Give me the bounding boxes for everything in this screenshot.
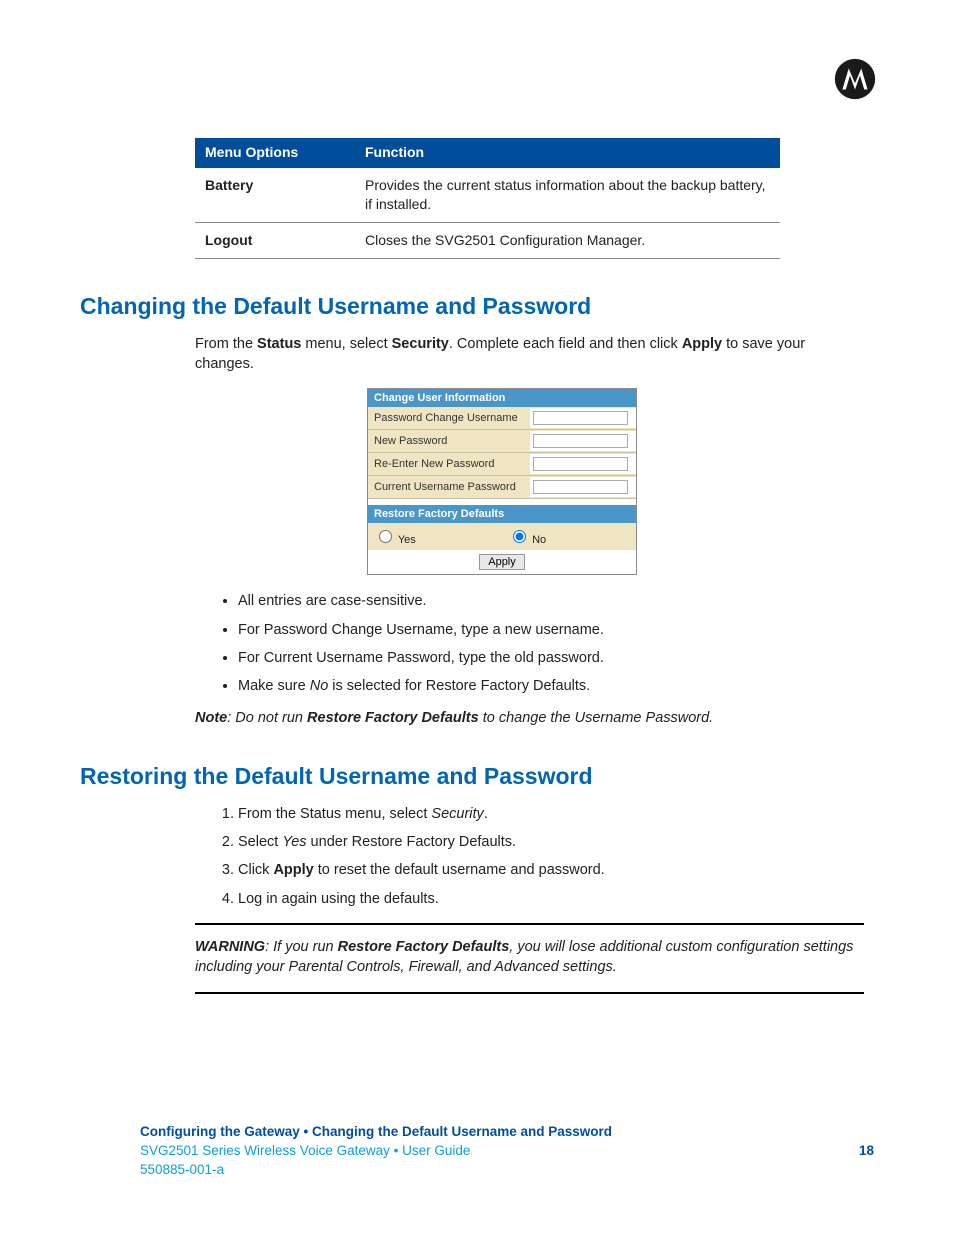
col-header-function: Function — [355, 138, 780, 167]
list-item: Log in again using the defaults. — [238, 889, 864, 909]
restore-yes-radio[interactable] — [379, 530, 392, 543]
form-header-change: Change User Information — [368, 389, 636, 407]
current-password-input[interactable] — [533, 480, 628, 494]
form-header-restore: Restore Factory Defaults — [368, 505, 636, 523]
label-username: Password Change Username — [368, 407, 530, 429]
restore-radio-row: Yes No — [368, 523, 636, 550]
apply-button[interactable]: Apply — [479, 554, 525, 570]
note-paragraph: Note: Do not run Restore Factory Default… — [195, 708, 864, 728]
breadcrumb: Configuring the Gateway • Changing the D… — [140, 1124, 874, 1139]
restore-no-radio[interactable] — [513, 530, 526, 543]
row-val: Provides the current status information … — [355, 167, 780, 222]
reenter-password-input[interactable] — [533, 457, 628, 471]
menu-options-table: Menu Options Function Battery Provides t… — [195, 138, 780, 259]
radio-label-no: No — [532, 534, 546, 546]
change-user-form: Change User Information Password Change … — [367, 388, 637, 575]
divider — [195, 992, 864, 994]
heading-restore-password: Restoring the Default Username and Passw… — [80, 763, 864, 790]
list-item: Select Yes under Restore Factory Default… — [238, 832, 864, 852]
form-row: Re-Enter New Password — [368, 453, 636, 476]
divider — [195, 923, 864, 925]
username-input[interactable] — [533, 411, 628, 425]
form-row: Password Change Username — [368, 407, 636, 430]
radio-label-yes: Yes — [398, 534, 416, 546]
list-item: All entries are case-sensitive. — [238, 591, 864, 611]
numbered-list: From the Status menu, select Security. S… — [220, 804, 864, 909]
content-area: Menu Options Function Battery Provides t… — [140, 60, 864, 994]
intro-paragraph: From the Status menu, select Security. C… — [195, 334, 864, 375]
label-current-password: Current Username Password — [368, 476, 530, 498]
list-item: Make sure No is selected for Restore Fac… — [238, 676, 864, 696]
form-row: New Password — [368, 430, 636, 453]
heading-change-password: Changing the Default Username and Passwo… — [80, 293, 864, 320]
page: Menu Options Function Battery Provides t… — [0, 0, 954, 1235]
label-new-password: New Password — [368, 430, 530, 452]
list-item: From the Status menu, select Security. — [238, 804, 864, 824]
label-reenter-password: Re-Enter New Password — [368, 453, 530, 475]
page-number: 18 — [859, 1143, 874, 1158]
doc-number: 550885-001-a — [140, 1162, 874, 1177]
new-password-input[interactable] — [533, 434, 628, 448]
row-val: Closes the SVG2501 Configuration Manager… — [355, 222, 780, 258]
form-row: Current Username Password — [368, 476, 636, 499]
page-footer: Configuring the Gateway • Changing the D… — [140, 1124, 874, 1177]
row-key: Logout — [195, 222, 355, 258]
col-header-options: Menu Options — [195, 138, 355, 167]
list-item: Click Apply to reset the default usernam… — [238, 860, 864, 880]
motorola-logo-icon — [834, 58, 876, 100]
list-item: For Password Change Username, type a new… — [238, 620, 864, 640]
table-row: Battery Provides the current status info… — [195, 167, 780, 222]
warning-paragraph: WARNING: If you run Restore Factory Defa… — [195, 937, 864, 978]
guide-title: SVG2501 Series Wireless Voice Gateway • … — [140, 1143, 470, 1158]
row-key: Battery — [195, 167, 355, 222]
bullet-list: All entries are case-sensitive. For Pass… — [220, 591, 864, 696]
list-item: For Current Username Password, type the … — [238, 648, 864, 668]
table-row: Logout Closes the SVG2501 Configuration … — [195, 222, 780, 258]
